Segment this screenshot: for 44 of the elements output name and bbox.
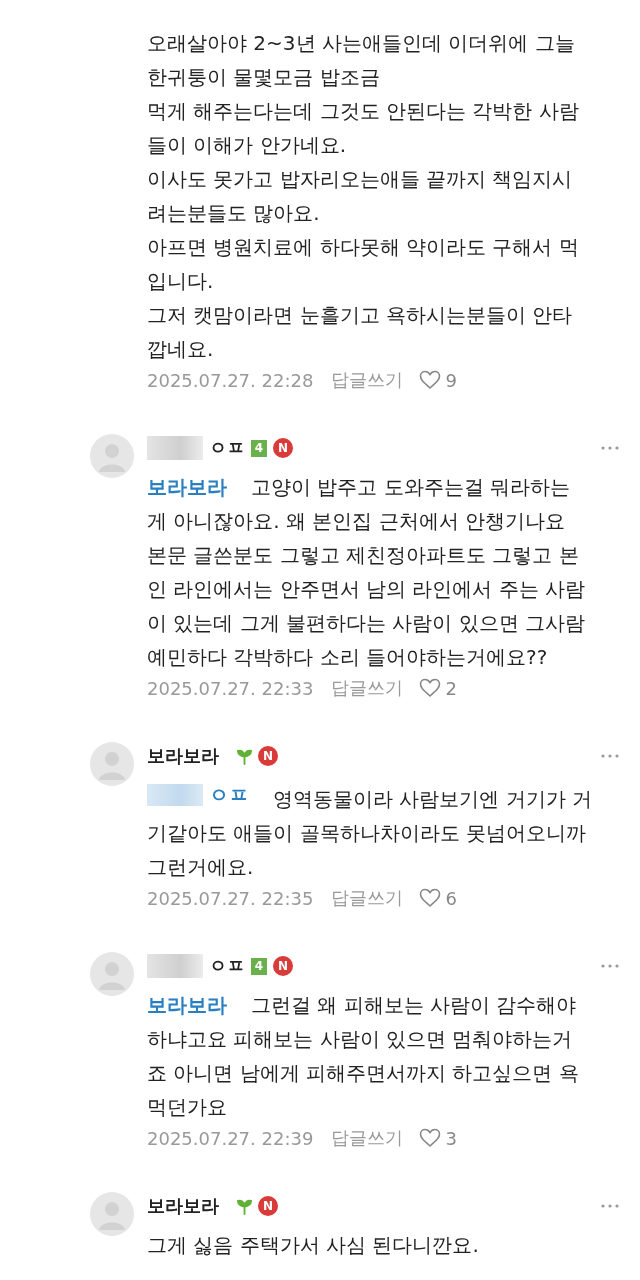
more-icon[interactable]: [600, 964, 620, 968]
comment-text: 오래살아야 2~3년 사는애들인데 이더위에 그늘 한귀퉁이 물몇모금 밥조금 먹게 해주는다는데 그것도 안된다는 각박한 사람 들이 이해가 안가네요. 이사도 못가고 밥자리오는애들 끝까지 책임지시 려는분들도 많아요. 아프면 병원치료에 하다못해 약이라도 구해서 먹 입니다. 그저 캣맘이라면 눈흘기고 욕하시는분들이 안타 깝네요.: [147, 30, 580, 363]
reply-link[interactable]: 답글쓰기: [331, 1126, 404, 1150]
mention-link[interactable]: ㅇㅍ: [147, 778, 249, 812]
like-count: 9: [445, 369, 457, 391]
comment-text: 보라보라 고양이 밥주고 도와주는걸 뭐라하는 게 아니잖아요. 왜 본인집 근처에서 안챙기나요 본문 글쓴분도 그렇고 제친정아파트도 그렇고 본 인 라인에서는 안주면서 남의 라인에서 주는 사람 이 있는데 그게 불편하다는 사람이 있으면 그사람 예민하다 각박하다 소리 들어야하는거에요??: [147, 470, 622, 674]
level-badge: 4: [251, 439, 267, 457]
more-icon[interactable]: [600, 754, 620, 758]
heart-icon[interactable]: [419, 678, 442, 698]
n-badge: N: [258, 746, 278, 766]
heart-icon[interactable]: [419, 888, 442, 908]
sprout-icon: [237, 747, 252, 765]
heart-icon[interactable]: [419, 370, 442, 390]
reply-link[interactable]: 답글쓰기: [331, 676, 404, 700]
like-count: 2: [445, 677, 457, 699]
like-count: 3: [445, 1127, 457, 1149]
n-badge: N: [273, 438, 293, 458]
avatar-icon: [90, 434, 134, 478]
sprout-icon: [237, 1197, 252, 1215]
more-icon[interactable]: [600, 446, 620, 450]
n-badge: N: [273, 956, 293, 976]
comment-date: 2025.07.27. 22:33: [147, 677, 314, 699]
comment-text: 그게 싫음 주택가서 사심 된다니깐요.: [147, 1232, 480, 1259]
comment-text: 보라보라 그런걸 왜 피해보는 사람이 감수해야 하냐고요 피해보는 사람이 있으면 멈춰야하는거 죠 아니면 남에게 피해주면서까지 하고싶으면 욕 먹던가요: [147, 988, 622, 1124]
more-icon[interactable]: [600, 1204, 620, 1208]
like-count: 6: [445, 887, 457, 909]
comment-date: 2025.07.27. 22:35: [147, 887, 314, 909]
heart-icon[interactable]: [419, 1128, 442, 1148]
author-name[interactable]: ㅇㅍ: [147, 436, 245, 460]
mention-link[interactable]: 보라보라: [147, 988, 227, 1022]
author-name[interactable]: ㅇㅍ: [147, 954, 245, 978]
avatar-icon: [90, 952, 134, 996]
comment-text: ㅇㅍ 영역동물이라 사람보기엔 거기가 거 기같아도 애들이 골목하나차이라도 못넘어오니까 그런거에요.: [147, 778, 622, 884]
comment-date: 2025.07.27. 22:39: [147, 1127, 314, 1149]
level-badge: 4: [251, 957, 267, 975]
avatar-icon: [90, 742, 134, 786]
comment-date: 2025.07.27. 22:28: [147, 369, 314, 391]
avatar-icon: [90, 1192, 134, 1236]
author-name[interactable]: 보라보라: [147, 744, 219, 768]
author-name[interactable]: 보라보라: [147, 1194, 219, 1218]
n-badge: N: [258, 1196, 278, 1216]
mention-link[interactable]: 보라보라: [147, 470, 227, 504]
reply-link[interactable]: 답글쓰기: [331, 886, 404, 910]
reply-link[interactable]: 답글쓰기: [331, 368, 404, 392]
